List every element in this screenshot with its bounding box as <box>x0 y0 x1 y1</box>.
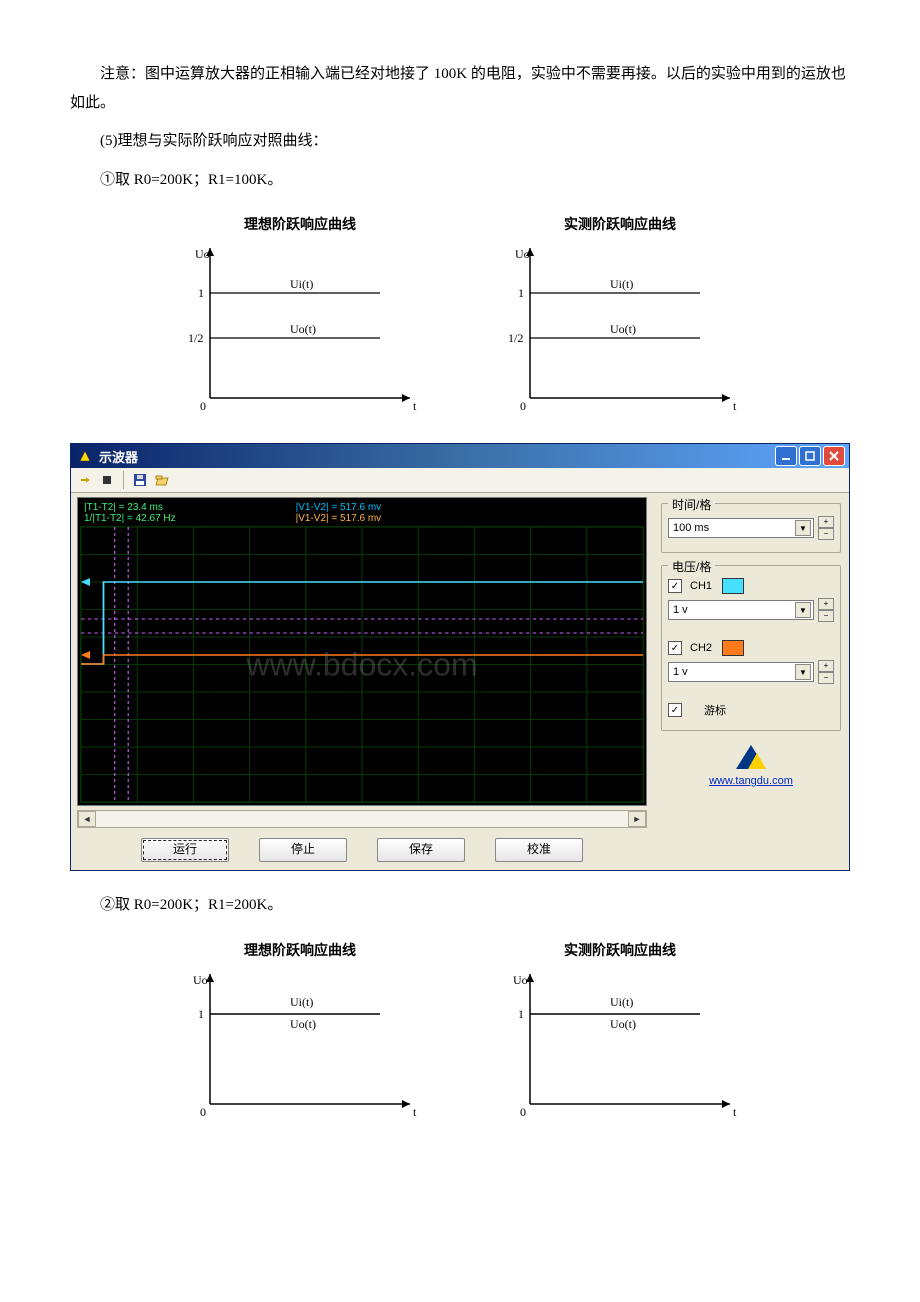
svg-text:Uo(t): Uo(t) <box>610 1017 636 1031</box>
graph-title: 实测阶跃响应曲线 <box>490 940 750 960</box>
graph-ideal-1: 理想阶跃响应曲线 Uo t 1 1/2 0 Ui(t) Uo(t) <box>170 214 430 423</box>
svg-text:Ui(t): Ui(t) <box>290 277 313 291</box>
tangdu-logo-icon <box>734 743 768 771</box>
save-icon[interactable] <box>130 470 150 490</box>
svg-text:0: 0 <box>520 1105 526 1119</box>
tangdu-link[interactable]: www.tangdu.com <box>661 775 841 787</box>
run-button[interactable]: 运行 <box>141 838 229 862</box>
svg-text:Ui(t): Ui(t) <box>610 995 633 1009</box>
paragraph-5: (5)理想与实际阶跃响应对照曲线： <box>70 127 850 156</box>
maximize-button[interactable] <box>799 446 821 466</box>
oscilloscope-display[interactable]: www.bdocx.com <box>80 526 644 803</box>
svg-text:1/2: 1/2 <box>188 331 203 345</box>
open-icon[interactable] <box>152 470 172 490</box>
ch1-label: CH1 <box>690 580 712 592</box>
paragraph-note: 注意：图中运算放大器的正相输入端已经对地接了 100K 的电阻，实验中不需要再接… <box>70 60 850 117</box>
group-label-volt: 电压/格 <box>668 558 715 575</box>
scroll-left-icon[interactable]: ◄ <box>78 811 96 827</box>
graph-actual-1: 实测阶跃响应曲线 Uo t 1 1/2 0 Ui(t) Uo(t) <box>490 214 750 423</box>
ch1-up-button[interactable]: + <box>818 598 834 610</box>
ch2-up-button[interactable]: + <box>818 660 834 672</box>
readout-freq: 1/|T1-T2| = 42.67 Hz <box>84 513 176 524</box>
svg-text:0: 0 <box>200 1105 206 1119</box>
time-per-div-select[interactable]: 100 ms ▼ <box>668 518 814 538</box>
ch2-volt-select[interactable]: 1 v ▼ <box>668 662 814 682</box>
graph-title: 实测阶跃响应曲线 <box>490 214 750 234</box>
readout-dt: |T1-T2| = 23.4 ms <box>84 502 176 513</box>
step-response-plot: Uo t 1 1/2 0 Ui(t) Uo(t) <box>490 238 750 418</box>
svg-text:t: t <box>413 399 417 413</box>
chevron-down-icon: ▼ <box>795 602 811 618</box>
readout-dv1: |V1-V2| = 517.6 mv <box>296 502 382 513</box>
svg-text:Uo(t): Uo(t) <box>610 322 636 336</box>
time-down-button[interactable]: − <box>818 528 834 540</box>
step-response-plot: Uo t 1 1/2 0 Ui(t) Uo(t) <box>170 238 430 418</box>
chevron-down-icon: ▼ <box>795 520 811 536</box>
svg-text:Uo(t): Uo(t) <box>290 1017 316 1031</box>
scroll-right-icon[interactable]: ► <box>628 811 646 827</box>
svg-text:Uo(t): Uo(t) <box>290 322 316 336</box>
svg-text:1: 1 <box>198 286 204 300</box>
graph-title: 理想阶跃响应曲线 <box>170 214 430 234</box>
svg-text:1: 1 <box>518 286 524 300</box>
svg-text:1: 1 <box>198 1007 204 1021</box>
svg-text:Uo: Uo <box>193 973 208 987</box>
svg-text:t: t <box>733 1105 737 1119</box>
graph-actual-2: 实测阶跃响应曲线 Uo t 1 0 Ui(t) Uo(t) <box>490 940 750 1129</box>
app-icon <box>77 448 93 464</box>
minimize-button[interactable] <box>775 446 797 466</box>
ch1-down-button[interactable]: − <box>818 610 834 622</box>
graph-ideal-2: 理想阶跃响应曲线 Uo t 1 0 Ui(t) Uo(t) <box>170 940 430 1129</box>
ch1-checkbox[interactable]: ✓ <box>668 579 682 593</box>
window-title: 示波器 <box>99 447 775 466</box>
oscilloscope-window: 示波器 <box>70 443 850 871</box>
svg-text:t: t <box>413 1105 417 1119</box>
time-up-button[interactable]: + <box>818 516 834 528</box>
horizontal-scrollbar[interactable]: ◄ ► <box>77 810 647 828</box>
window-titlebar[interactable]: 示波器 <box>71 444 849 468</box>
svg-text:Ui(t): Ui(t) <box>610 277 633 291</box>
cursor-checkbox[interactable]: ✓ <box>668 703 682 717</box>
svg-text:0: 0 <box>520 399 526 413</box>
group-label-time: 时间/格 <box>668 496 715 513</box>
svg-text:1/2: 1/2 <box>508 331 523 345</box>
toolbar <box>71 468 849 493</box>
paragraph-case1: ①取 R0=200K；R1=100K。 <box>70 166 850 195</box>
step-response-plot: Uo t 1 0 Ui(t) Uo(t) <box>490 964 750 1124</box>
chevron-down-icon: ▼ <box>795 664 811 680</box>
stop-button[interactable]: 停止 <box>259 838 347 862</box>
svg-text:t: t <box>733 399 737 413</box>
step-response-plot: Uo t 1 0 Ui(t) Uo(t) <box>170 964 430 1124</box>
ch2-checkbox[interactable]: ✓ <box>668 641 682 655</box>
svg-text:Uo: Uo <box>513 973 528 987</box>
measurement-readout: |T1-T2| = 23.4 ms 1/|T1-T2| = 42.67 Hz |… <box>80 500 644 526</box>
svg-text:1: 1 <box>518 1007 524 1021</box>
close-button[interactable] <box>823 446 845 466</box>
svg-text:Uo: Uo <box>515 247 530 261</box>
ch2-down-button[interactable]: − <box>818 672 834 684</box>
stop-icon[interactable] <box>97 470 117 490</box>
paragraph-case2: ②取 R0=200K；R1=200K。 <box>70 891 850 920</box>
ch2-color-swatch[interactable] <box>722 640 744 656</box>
voltage-group: 电压/格 ✓ CH1 1 v ▼ + − <box>661 565 841 731</box>
svg-text:Ui(t): Ui(t) <box>290 995 313 1009</box>
cursor-label: 游标 <box>704 702 726 718</box>
run-icon[interactable] <box>75 470 95 490</box>
graph-title: 理想阶跃响应曲线 <box>170 940 430 960</box>
calibrate-button[interactable]: 校准 <box>495 838 583 862</box>
ch1-color-swatch[interactable] <box>722 578 744 594</box>
svg-text:Uo: Uo <box>195 247 210 261</box>
timebase-group: 时间/格 100 ms ▼ + − <box>661 503 841 553</box>
svg-text:0: 0 <box>200 399 206 413</box>
ch2-label: CH2 <box>690 642 712 654</box>
ch1-volt-select[interactable]: 1 v ▼ <box>668 600 814 620</box>
readout-dv2: |V1-V2| = 517.6 mv <box>296 513 382 524</box>
save-button[interactable]: 保存 <box>377 838 465 862</box>
